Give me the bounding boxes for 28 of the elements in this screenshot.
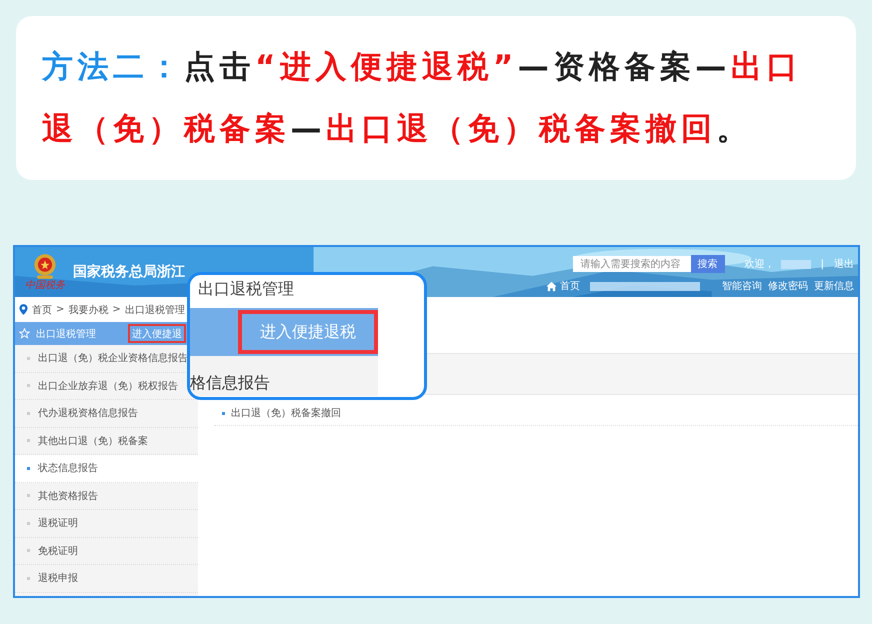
site-title: 国家税务总局浙江: [73, 263, 185, 281]
instruction-text: 方法二：点击“进入便捷退税”—资格备案—出口退（免）税备案—出口退（免）税备案撤回。: [42, 48, 803, 149]
sidebar-title: 出口退税管理: [36, 328, 97, 340]
magnified-title: 出口退税管理: [197, 278, 295, 300]
breadcrumb-separator: >: [56, 304, 64, 315]
search-field[interactable]: 请输入需要搜索的内容: [572, 256, 691, 272]
breadcrumb-link[interactable]: 出口退税管理: [124, 302, 185, 316]
header-link[interactable]: 更新信息: [814, 279, 854, 293]
content-link[interactable]: 出口退（免）税备案撤回: [214, 401, 858, 426]
sidebar-item[interactable]: 状态信息报告: [15, 455, 198, 482]
home-icon: [546, 280, 557, 292]
home-link[interactable]: 首页: [546, 279, 580, 293]
welcome-text: 欢迎，: [744, 258, 775, 271]
logo-caption: 中国税务: [25, 280, 65, 291]
sidebar-item[interactable]: 免税证明: [15, 538, 198, 565]
breadcrumb-link[interactable]: 首页: [32, 302, 52, 316]
star-icon: [19, 328, 30, 339]
sidebar-item[interactable]: 代办退税资格信息报告: [15, 400, 198, 428]
search-button[interactable]: 搜索: [690, 255, 725, 273]
sidebar-item[interactable]: 退税证明: [15, 510, 198, 538]
sidebar-item[interactable]: 退税申报: [15, 565, 198, 592]
location-pin-icon: [19, 304, 28, 315]
sidebar-item[interactable]: 其他资格报告: [15, 482, 198, 510]
breadcrumb-link[interactable]: 我要办税: [68, 302, 108, 316]
header-link[interactable]: 修改密码: [768, 279, 808, 293]
breadcrumb-separator: >: [112, 304, 121, 315]
header-link[interactable]: 智能咨询: [722, 279, 762, 293]
separator: |: [820, 258, 824, 270]
